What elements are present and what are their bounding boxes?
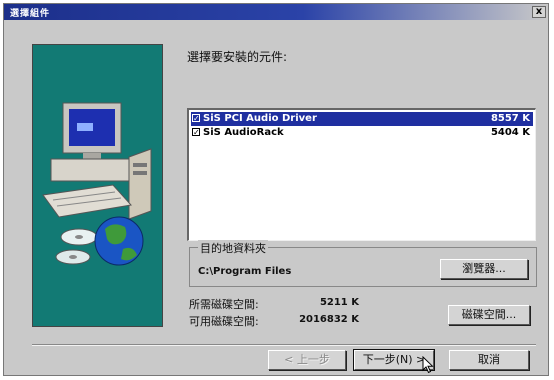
setup-illustration <box>32 44 163 327</box>
close-button[interactable]: x <box>532 6 546 18</box>
available-space-label: 可用磁碟空間: <box>189 315 259 328</box>
list-item[interactable]: ✓ SiS AudioRack 5404 K <box>191 126 533 140</box>
required-space-label: 所需磁碟空間: <box>189 298 259 311</box>
disk-space-button[interactable]: 磁碟空間... <box>448 305 530 325</box>
required-space-value: 5211 K <box>319 297 359 308</box>
available-space-value: 2016832 K <box>299 314 359 325</box>
component-name: SiS PCI Audio Driver <box>203 113 317 124</box>
component-size: 5404 K <box>490 127 530 138</box>
setup-dialog: 選擇組件 x 選擇要安裝的元件: ✓ SiS PCI Audio Driver … <box>3 3 549 376</box>
checkbox[interactable]: ✓ <box>192 128 200 137</box>
back-button[interactable]: < 上一步 <box>268 350 346 370</box>
window-title: 選擇組件 <box>10 9 51 19</box>
checkbox[interactable]: ✓ <box>192 114 200 123</box>
divider <box>32 344 536 346</box>
component-prompt: 選擇要安裝的元件: <box>187 50 288 64</box>
mouse-pointer-icon <box>422 356 434 374</box>
component-name: SiS AudioRack <box>203 127 284 138</box>
destination-legend: 目的地資料夾 <box>198 240 268 256</box>
cancel-button[interactable]: 取消 <box>449 350 529 370</box>
computer-globe-icon <box>42 102 152 266</box>
list-item[interactable]: ✓ SiS PCI Audio Driver 8557 K <box>191 112 533 126</box>
browse-button[interactable]: 瀏覽器... <box>440 259 528 279</box>
title-bar[interactable]: 選擇組件 x <box>4 4 548 20</box>
components-list[interactable]: ✓ SiS PCI Audio Driver 8557 K ✓ SiS Audi… <box>187 108 536 241</box>
destination-path: C:\Program Files <box>198 266 292 277</box>
component-size: 8557 K <box>490 113 530 124</box>
